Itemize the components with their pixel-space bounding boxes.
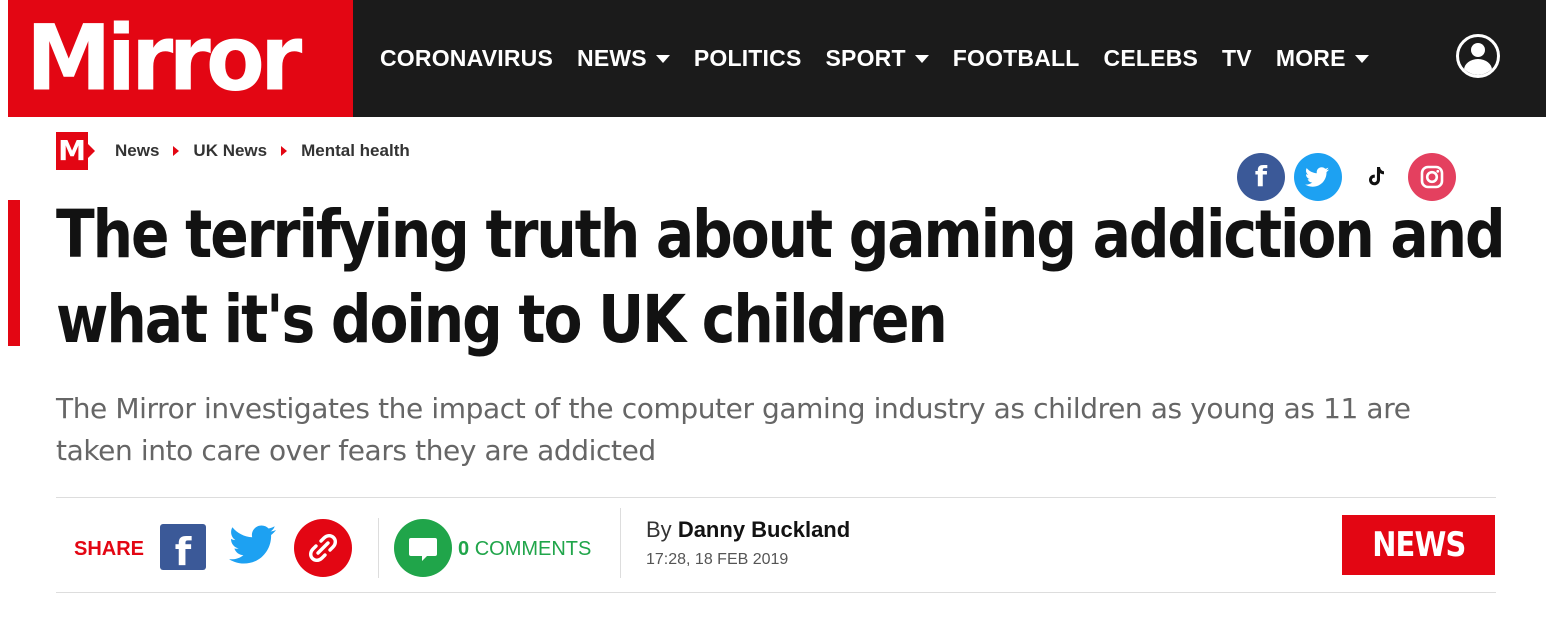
- article-standfirst: The Mirror investigates the impact of th…: [56, 392, 1411, 467]
- nav-label: CORONAVIRUS: [380, 45, 554, 71]
- chevron-right-icon: [281, 146, 288, 156]
- account-shoulders-shape: [1464, 59, 1492, 75]
- breadcrumb-uk-news[interactable]: UK News: [193, 141, 267, 161]
- article-headline: The terrifying truth about gaming addict…: [56, 192, 1506, 362]
- twitter-follow-button[interactable]: [1294, 153, 1342, 201]
- mirror-logo[interactable]: Mirror: [8, 0, 353, 117]
- comments-button[interactable]: [394, 519, 452, 577]
- user-account-icon[interactable]: [1456, 34, 1500, 78]
- publish-date: 17:28, 18 FEB 2019: [646, 551, 789, 568]
- chevron-down-icon: [655, 54, 670, 63]
- mirror-m-logo[interactable]: M: [56, 132, 95, 170]
- comments-link[interactable]: 0 COMMENTS: [458, 538, 591, 561]
- comments-count: 0: [458, 538, 470, 560]
- share-label: SHARE: [74, 538, 145, 560]
- nav-politics[interactable]: POLITICS: [694, 45, 802, 72]
- nav-celebs[interactable]: CELEBS: [1104, 45, 1199, 72]
- m-logo-arrow: [88, 144, 95, 158]
- logo-text: Mirror: [26, 6, 302, 112]
- top-divider: [56, 497, 1496, 498]
- nav-tv[interactable]: TV: [1222, 45, 1252, 72]
- nav-football[interactable]: FOOTBALL: [953, 45, 1080, 72]
- byline-prefix: By: [646, 517, 672, 542]
- instagram-follow-button[interactable]: [1408, 153, 1456, 201]
- facebook-icon: f: [1254, 160, 1268, 193]
- facebook-follow-button[interactable]: f: [1237, 153, 1285, 201]
- breadcrumb-news[interactable]: News: [115, 141, 159, 161]
- breadcrumb: News UK News Mental health: [115, 141, 410, 161]
- nav-news[interactable]: NEWS: [577, 45, 670, 72]
- comment-icon: [409, 538, 437, 561]
- nav-label: CELEBS: [1103, 45, 1199, 71]
- share-separator: [378, 518, 379, 578]
- nav-label: TV: [1222, 45, 1252, 71]
- section-badge-news[interactable]: NEWS: [1342, 515, 1495, 575]
- nav-label: NEWS: [577, 45, 647, 71]
- nav-label: FOOTBALL: [952, 45, 1080, 71]
- nav-coronavirus[interactable]: CORONAVIRUS: [380, 45, 553, 72]
- headline-line-2: what it's doing to UK children: [56, 281, 948, 358]
- headline-line-1: The terrifying truth about gaming addict…: [56, 196, 1506, 273]
- facebook-icon: f: [174, 530, 192, 570]
- twitter-icon: [229, 525, 276, 564]
- link-icon: [308, 533, 338, 563]
- twitter-share-button[interactable]: [228, 524, 278, 568]
- nav-more[interactable]: MORE: [1276, 45, 1369, 72]
- nav-label: MORE: [1275, 45, 1346, 71]
- tiktok-icon: [1369, 167, 1384, 186]
- headline-accent-bar: [8, 200, 20, 346]
- copy-link-button[interactable]: [294, 519, 352, 577]
- instagram-icon: [1420, 165, 1444, 189]
- nav-label: SPORT: [825, 45, 906, 71]
- main-nav: CORONAVIRUS NEWS POLITICS SPORT FOOTBALL…: [380, 0, 1393, 117]
- facebook-share-button[interactable]: f: [160, 524, 206, 570]
- comments-label: COMMENTS: [474, 538, 592, 560]
- tiktok-follow-button[interactable]: [1352, 153, 1400, 201]
- nav-sport[interactable]: SPORT: [826, 45, 929, 72]
- breadcrumb-mental-health[interactable]: Mental health: [301, 141, 410, 161]
- byline-separator: [620, 508, 621, 578]
- byline: By Danny Buckland: [646, 517, 850, 543]
- nav-label: POLITICS: [693, 45, 802, 71]
- chevron-down-icon: [1354, 54, 1369, 63]
- twitter-icon: [1305, 167, 1329, 187]
- account-head-shape: [1471, 43, 1485, 57]
- section-badge-label: NEWS: [1371, 525, 1466, 565]
- author-link[interactable]: Danny Buckland: [678, 517, 850, 542]
- chevron-right-icon: [173, 146, 180, 156]
- bottom-divider: [56, 592, 1496, 593]
- chevron-down-icon: [914, 54, 929, 63]
- m-logo-box: M: [56, 132, 88, 170]
